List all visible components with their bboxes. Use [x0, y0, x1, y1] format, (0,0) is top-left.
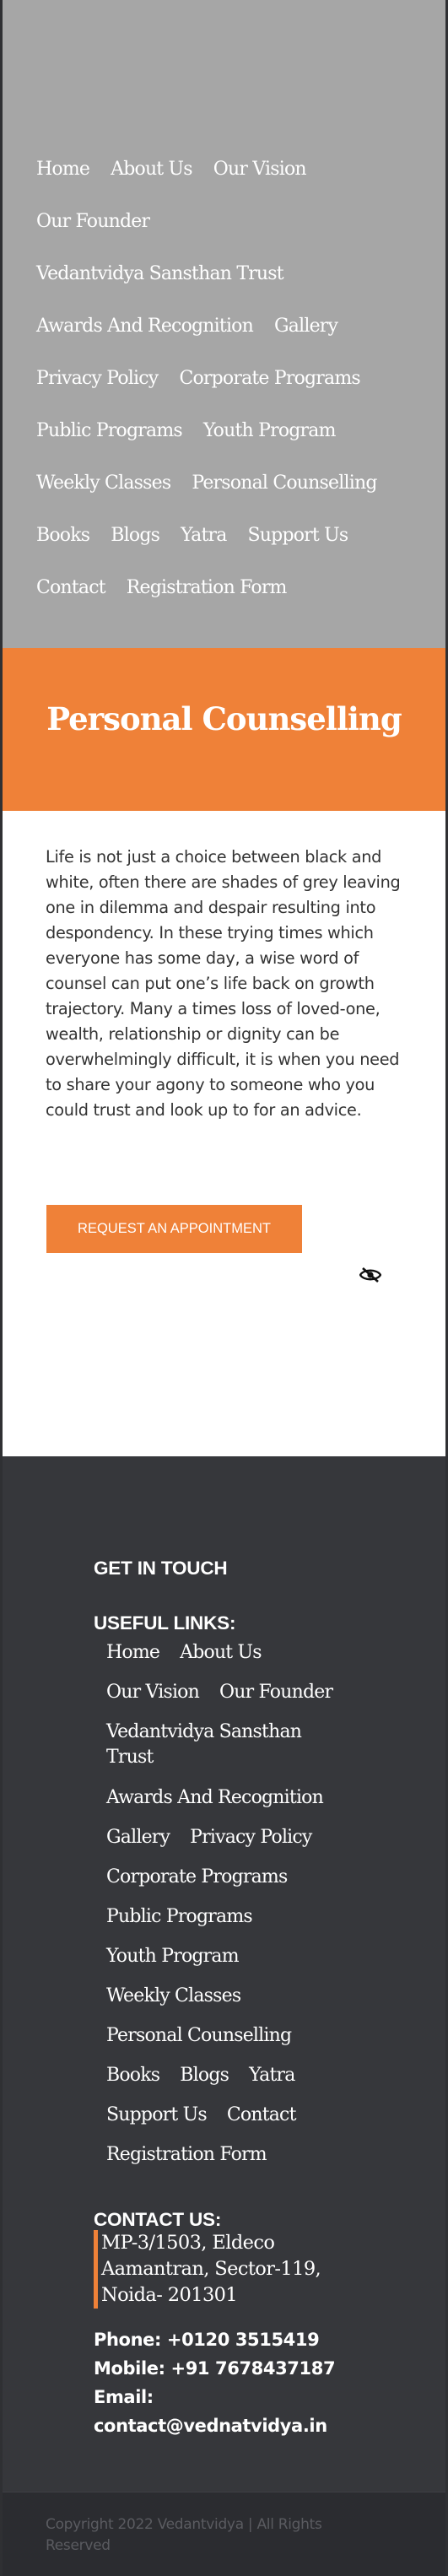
footer-link-row: Awards And Recognition — [106, 1785, 324, 1811]
footer-link-awards[interactable]: Awards And Recognition — [106, 1785, 324, 1811]
footer-link-row: Books Blogs Yatra — [106, 2063, 295, 2088]
nav-link-contact[interactable]: Contact — [36, 577, 106, 598]
contact-email-label: Email: — [94, 2387, 154, 2407]
nav-row: Awards And Recognition Gallery — [36, 316, 338, 337]
intro-paragraph: Life is not just a choice between black … — [46, 847, 401, 1120]
nav-link-youth-program[interactable]: Youth Program — [203, 420, 337, 441]
contact-us-heading: CONTACT US: — [94, 2209, 222, 2230]
site-header: Home About Us Our Vision Our Founder Ved… — [3, 0, 445, 648]
useful-links-heading: USEFUL LINKS: — [94, 1612, 236, 1634]
footer-link-row: Our Vision Our Founder — [106, 1680, 333, 1705]
footer-link-registration-form[interactable]: Registration Form — [106, 2142, 267, 2168]
nav-row: Weekly Classes Personal Counselling — [36, 473, 377, 494]
nav-link-vedantvidya-sansthan-trust[interactable]: Vedantvidya Sansthan Trust — [36, 263, 284, 284]
footer-link-row: Vedantvidya Sansthan Trust — [106, 1720, 334, 1770]
footer-link-row: Gallery Privacy Policy — [106, 1825, 312, 1850]
footer-link-our-vision[interactable]: Our Vision — [106, 1680, 200, 1705]
footer-link-support-us[interactable]: Support Us — [106, 2103, 208, 2128]
page-frame: Home About Us Our Vision Our Founder Ved… — [3, 0, 445, 2576]
footer-link-row: Home About Us — [106, 1640, 262, 1666]
nav-row: Home About Us Our Vision — [36, 159, 307, 180]
contact-phone: Phone: +0120 3515419 — [94, 2330, 320, 2350]
nav-row: Vedantvidya Sansthan Trust — [36, 263, 284, 284]
footer-link-public-programs[interactable]: Public Programs — [106, 1904, 253, 1930]
footer-link-row: Support Us Contact — [106, 2103, 296, 2128]
footer-link-home[interactable]: Home — [106, 1640, 160, 1666]
page-title: Personal Counselling — [46, 700, 402, 737]
footer-link-privacy-policy[interactable]: Privacy Policy — [190, 1825, 312, 1850]
nav-row: Contact Registration Form — [36, 577, 287, 598]
get-in-touch-heading: GET IN TOUCH — [94, 1558, 228, 1579]
nav-link-blogs[interactable]: Blogs — [111, 525, 160, 546]
footer-link-row: Public Programs — [106, 1904, 253, 1930]
nav-link-personal-counselling[interactable]: Personal Counselling — [192, 473, 377, 494]
contact-mobile: Mobile: +91 7678437187 — [94, 2358, 336, 2379]
nav-link-support-us[interactable]: Support Us — [248, 525, 349, 546]
request-appointment-button[interactable]: Request An Appointment — [46, 1205, 302, 1253]
nav-link-our-founder[interactable]: Our Founder — [36, 211, 150, 232]
nav-row: Privacy Policy Corporate Programs — [36, 368, 361, 389]
footer-link-vedantvidya-sansthan-trust[interactable]: Vedantvidya Sansthan Trust — [106, 1720, 334, 1770]
footer-link-our-founder[interactable]: Our Founder — [219, 1680, 333, 1705]
nav-link-books[interactable]: Books — [36, 525, 90, 546]
nav-link-yatra[interactable]: Yatra — [181, 525, 227, 546]
footer-link-books[interactable]: Books — [106, 2063, 160, 2088]
nav-link-home[interactable]: Home — [36, 159, 90, 180]
nav-link-awards[interactable]: Awards And Recognition — [36, 316, 254, 337]
nav-row: Public Programs Youth Program — [36, 420, 336, 441]
nav-link-public-programs[interactable]: Public Programs — [36, 420, 183, 441]
footer-link-row: Corporate Programs — [106, 1865, 288, 1890]
nav-link-weekly-classes[interactable]: Weekly Classes — [36, 473, 171, 494]
contact-address: MP-3/1503, Eldeco Aamantran, Sector-119,… — [94, 2230, 338, 2309]
footer-link-row: Youth Program — [106, 1944, 240, 1969]
footer-link-personal-counselling[interactable]: Personal Counselling — [106, 2023, 292, 2049]
nav-link-gallery[interactable]: Gallery — [274, 316, 338, 337]
nav-link-our-vision[interactable]: Our Vision — [213, 159, 307, 180]
footer-link-row: Weekly Classes — [106, 1984, 241, 2009]
copyright-bar: Copyright 2022 Vedantvidya | All Rights … — [3, 2492, 445, 2576]
nav-link-about-us[interactable]: About Us — [111, 159, 192, 180]
footer-link-weekly-classes[interactable]: Weekly Classes — [106, 1984, 241, 2009]
main-content: Life is not just a choice between black … — [3, 811, 445, 1456]
nav-row: Our Founder — [36, 211, 150, 232]
nav-link-corporate-programs[interactable]: Corporate Programs — [179, 368, 360, 389]
footer-link-row: Registration Form — [106, 2142, 267, 2168]
nav-link-privacy-policy[interactable]: Privacy Policy — [36, 368, 159, 389]
nav-link-registration-form[interactable]: Registration Form — [127, 577, 288, 598]
footer-link-about-us[interactable]: About Us — [180, 1640, 262, 1666]
footer-link-gallery[interactable]: Gallery — [106, 1825, 170, 1850]
footer-link-contact[interactable]: Contact — [227, 2103, 297, 2128]
site-footer: GET IN TOUCH USEFUL LINKS: Home About Us… — [3, 1456, 445, 2576]
footer-link-corporate-programs[interactable]: Corporate Programs — [106, 1865, 288, 1890]
nav-row: Books Blogs Yatra Support Us — [36, 525, 348, 546]
contact-email-link[interactable]: contact@vednatvidya.in — [94, 2411, 327, 2440]
footer-link-blogs[interactable]: Blogs — [180, 2063, 229, 2088]
footer-link-row: Personal Counselling — [106, 2023, 292, 2049]
footer-link-yatra[interactable]: Yatra — [249, 2063, 295, 2088]
footer-link-youth-program[interactable]: Youth Program — [106, 1944, 240, 1969]
copyright-text: Copyright 2022 Vedantvidya | All Rights … — [46, 2516, 322, 2554]
page-title-banner: Personal Counselling — [3, 648, 445, 811]
eye-slash-icon[interactable] — [359, 1267, 382, 1283]
